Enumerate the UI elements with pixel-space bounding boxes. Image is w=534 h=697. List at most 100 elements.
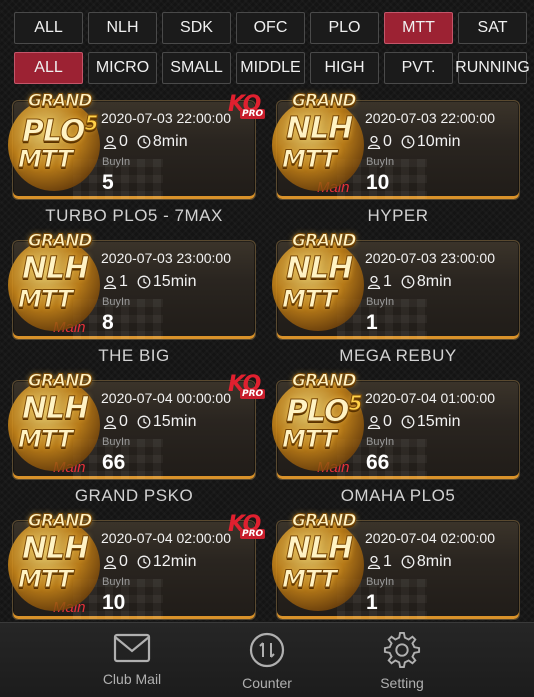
logo-game-text: NLH [285,251,353,287]
player-count: 0 [383,133,392,150]
logo-game-text: NLH [21,531,89,567]
player-icon [367,275,381,289]
logo-grand-text: GRAND [292,231,358,252]
player-icon [367,415,381,429]
player-icon [103,135,117,149]
logo-five: 5 [84,111,99,136]
logo-game-text: NLH [285,111,353,147]
clock-icon [137,415,151,429]
clock-icon [137,135,151,149]
tournament-meta: 1 8min [367,273,452,291]
clock-icon [401,135,415,149]
logo-game-name: NLH [285,111,353,147]
logo-game-name: NLH [285,531,353,567]
logo-grand-text: GRAND [28,511,94,532]
filter-tab-middle[interactable]: MIDDLE [236,52,305,84]
buyin-value: 5 [102,171,114,194]
tournament-meta: 0 15min [103,413,196,431]
filter-tab-pvt[interactable]: PVT. [384,52,453,84]
logo-grand-text: GRAND [292,371,358,392]
player-icon [103,555,117,569]
logo-grand-text: GRAND [28,91,94,112]
player-count: 1 [119,273,128,290]
clock-icon [401,275,415,289]
filter-tab-nlh[interactable]: NLH [88,12,157,44]
player-icon [103,415,117,429]
start-datetime: 2020-07-04 02:00:00 [101,530,231,546]
player-icon [367,135,381,149]
logo-game-name: NLH [21,251,89,287]
logo-five: 5 [348,391,363,416]
logo-game-text: NLH [285,531,353,567]
buyin-value: 66 [366,451,390,474]
logo-game-name: NLH [285,251,353,287]
logo-game-text: PLO5 [22,111,99,150]
tournament-title: MEGA REBUY [339,346,457,365]
nav-setting-label: Setting [380,675,424,691]
logo-mtt-text: MTT [281,285,337,314]
filter-tab-running[interactable]: RUNNING [455,52,530,84]
filter-tab-mtt[interactable]: MTT [384,12,453,44]
start-datetime: 2020-07-03 22:00:00 [101,110,231,126]
filter-tab-all[interactable]: ALL [14,52,83,84]
nlh-mtt-logo: GRAND NLH MTT [272,511,367,616]
blind-level-time: 8min [416,273,452,290]
filter-tab-plo[interactable]: PLO [310,12,379,44]
player-icon [367,555,381,569]
blind-level-time: 12min [152,553,197,570]
logo-grand-text: GRAND [292,91,358,112]
buyin-value: 8 [102,311,114,334]
nlh-mtt-logo: GRAND NLH MTT [272,231,367,336]
logo-mtt-text: MTT [17,285,73,314]
nav-club-mail-label: Club Mail [102,671,162,687]
logo-mtt-text: MTT [281,425,337,454]
ko-pro-badge: KO PRO [228,512,266,542]
logo-mtt-text: MTT [17,565,73,594]
clock-icon [137,275,151,289]
buyin-label: BuyIn [366,156,395,168]
start-datetime: 2020-07-04 00:00:00 [101,390,231,406]
buyin-label: BuyIn [366,436,395,448]
tournament-title: GRAND PSKO [74,486,194,505]
nav-counter[interactable]: Counter [212,631,322,691]
tournament-title: HYPER [367,206,429,225]
player-count: 1 [383,553,392,570]
nav-club-mail[interactable]: Club Mail [77,631,187,687]
logo-game-name: NLH [21,391,89,427]
logo-mtt-text: MTT [17,425,73,454]
tournament-meta: 1 15min [103,273,196,291]
nlh-mtt-logo: GRAND NLH MTT [8,511,103,616]
pro-text: PRO [240,529,266,539]
mail-icon [113,633,151,663]
filter-tab-high[interactable]: HIGH [310,52,379,84]
logo-game-name: PLO [286,394,351,430]
tournament-meta: 0 12min [103,553,196,571]
logo-game-text: PLO5 [286,391,363,430]
logo-grand-text: GRAND [28,231,94,252]
logo-game-name: NLH [21,531,89,567]
logo-mtt-text: MTT [281,145,337,174]
filter-tab-sat[interactable]: SAT [458,12,527,44]
blind-level-time: 15min [152,273,197,290]
tournament-meta: 0 10min [367,133,460,151]
buyin-value: 1 [366,311,378,334]
tournament-meta: 1 8min [367,553,452,571]
nav-counter-label: Counter [242,675,292,691]
nlh-mtt-logo: GRAND NLH MTT [272,91,367,196]
filter-tab-small[interactable]: SMALL [162,52,231,84]
buyin-value: 10 [102,591,126,614]
buyin-label: BuyIn [102,156,131,168]
filter-tab-all[interactable]: ALL [14,12,83,44]
filter-tab-ofc[interactable]: OFC [236,12,305,44]
blind-level-time: 10min [416,133,461,150]
start-datetime: 2020-07-03 23:00:00 [365,250,495,266]
start-datetime: 2020-07-03 23:00:00 [101,250,231,266]
nav-setting[interactable]: Setting [347,631,457,691]
clock-icon [401,555,415,569]
tournament-meta: 0 8min [103,133,188,151]
filter-tab-sdk[interactable]: SDK [162,12,231,44]
clock-icon [401,415,415,429]
filter-tab-micro[interactable]: MICRO [88,52,157,84]
tournament-title: TURBO PLO5 - 7MAX [45,206,223,225]
pro-text: PRO [240,389,266,399]
